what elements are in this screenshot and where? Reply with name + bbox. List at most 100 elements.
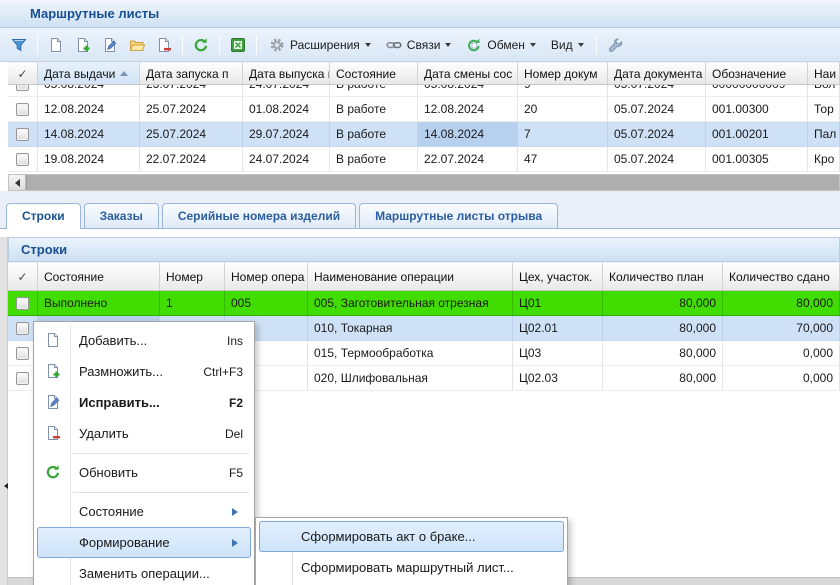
row-checkbox[interactable] — [16, 297, 29, 310]
top-grid-column-label: Состояние — [336, 67, 396, 81]
top-grid-column-header-6[interactable]: Номер докум — [518, 62, 608, 85]
table-row[interactable]: 12.08.202425.07.202401.08.2024В работе12… — [8, 97, 840, 122]
table-cell: В работе — [330, 97, 418, 122]
row-checkbox[interactable] — [16, 103, 29, 116]
menu-item-edit[interactable]: Исправить...F2 — [37, 387, 251, 418]
menu-item-formation[interactable]: Формирование — [37, 527, 251, 558]
chevron-down-icon — [365, 43, 371, 50]
edit-button[interactable] — [97, 32, 123, 58]
menu-item-replace-operations[interactable]: Заменить операции... — [37, 558, 251, 585]
menu-item-duplicate[interactable]: Размножить...Ctrl+F3 — [37, 356, 251, 387]
tab-zakazy[interactable]: Заказы — [84, 203, 159, 228]
open-button[interactable] — [124, 32, 150, 58]
table-cell: 25.07.2024 — [140, 97, 243, 122]
menu-item-label: Размножить... — [79, 364, 163, 379]
row-checkbox[interactable] — [16, 322, 29, 335]
top-grid-column-label: Дата смены сос — [424, 67, 512, 81]
top-grid-column-header-5[interactable]: Дата смены сос — [418, 62, 518, 85]
table-cell: Ц02.01 — [513, 316, 603, 341]
top-grid-column-header-9[interactable]: Наи — [808, 62, 840, 85]
row-checkbox[interactable] — [16, 85, 29, 91]
bottom-grid-column-header-1[interactable]: Состояние — [38, 262, 160, 291]
top-grid-column-header-2[interactable]: Дата запуска п — [140, 62, 243, 85]
tab-panel-top — [0, 229, 840, 237]
table-cell: 25.07.2024 — [140, 122, 243, 147]
table-cell: 24.07.2024 — [243, 85, 330, 97]
left-splitter[interactable] — [0, 237, 8, 585]
row-checkbox[interactable] — [16, 153, 29, 166]
bottom-grid-column-header-2[interactable]: Номер — [160, 262, 225, 291]
app-window: Маршрутные листы Расширения Связи Обмен — [0, 0, 840, 585]
menu-item-delete[interactable]: УдалитьDel — [37, 418, 251, 449]
menu-item-form-route-sheet[interactable]: Сформировать маршрутный лист... — [259, 552, 564, 583]
bottom-grid-column-label: Наименование операции — [314, 270, 454, 284]
top-grid-column-label: Дата запуска п — [146, 67, 228, 81]
table-row[interactable]: Выполнено1005005, Заготовительная отрезн… — [8, 291, 840, 316]
scroll-left-button[interactable] — [9, 175, 26, 190]
menu-item-shortcut: Del — [211, 427, 243, 441]
menu-item-form-defect-act[interactable]: Сформировать акт о браке... — [259, 521, 564, 552]
menu-item-state[interactable]: Состояние — [37, 496, 251, 527]
chevron-down-icon — [530, 43, 536, 50]
top-grid-column-header-0[interactable]: ✓ — [8, 62, 38, 85]
delete-button[interactable] — [151, 32, 177, 58]
top-grid-column-label: Дата выдачи — [44, 67, 115, 81]
duplicate-button[interactable] — [70, 32, 96, 58]
filter-button[interactable] — [6, 32, 32, 58]
menu-separator — [37, 449, 251, 457]
excel-export-button[interactable] — [225, 32, 251, 58]
table-cell: 80,000 — [723, 291, 840, 316]
bottom-grid-column-header-7[interactable]: Количество сдано — [723, 262, 840, 291]
menu-item-label: Формирование — [79, 535, 170, 550]
settings-button[interactable] — [602, 32, 628, 58]
row-checkbox[interactable] — [16, 372, 29, 385]
edit-doc-icon — [102, 37, 118, 53]
add-button[interactable] — [43, 32, 69, 58]
exchange-menu-button[interactable]: Обмен — [459, 32, 543, 58]
top-grid-column-header-1[interactable]: Дата выдачи — [38, 62, 140, 85]
extensions-menu-button[interactable]: Расширения — [262, 32, 378, 58]
section-title: Строки — [21, 242, 67, 257]
bottom-grid-column-label: Количество сдано — [729, 270, 830, 284]
bottom-grid-column-header-5[interactable]: Цех, участок. — [513, 262, 603, 291]
row-checkbox[interactable] — [16, 128, 29, 141]
page-title: Маршрутные листы — [30, 6, 159, 21]
toolbar-separator — [256, 35, 257, 55]
bottom-grid-column-header-4[interactable]: Наименование операции — [308, 262, 513, 291]
view-menu-button[interactable]: Вид — [544, 32, 591, 58]
tab-serial-numbers[interactable]: Серийные номера изделий — [162, 203, 356, 228]
top-grid-column-header-4[interactable]: Состояние — [330, 62, 418, 85]
toolbar-separator — [596, 35, 597, 55]
tab-detachable-route-sheets[interactable]: Маршрутные листы отрыва — [359, 203, 558, 228]
bottom-grid-column-label: Цех, участок. — [519, 270, 593, 284]
table-row[interactable]: 14.08.202425.07.202429.07.2024В работе14… — [8, 122, 840, 147]
bottom-grid-column-header-6[interactable]: Количество план — [603, 262, 723, 291]
table-cell: Пал — [808, 122, 840, 147]
scrollbar-thumb[interactable] — [26, 175, 839, 190]
links-menu-button[interactable]: Связи — [379, 32, 459, 58]
bottom-grid-column-header-0[interactable]: ✓ — [8, 262, 38, 291]
refresh-button[interactable] — [188, 32, 214, 58]
window-titlebar: Маршрутные листы — [0, 0, 840, 28]
table-cell: 24.07.2024 — [243, 147, 330, 172]
top-grid-column-header-7[interactable]: Дата документа — [608, 62, 706, 85]
row-select-cell — [8, 291, 38, 316]
table-cell: 05.07.2024 — [608, 85, 706, 97]
top-grid-column-header-3[interactable]: Дата выпуска п — [243, 62, 330, 85]
table-row[interactable]: 05.08.202423.07.202424.07.2024В работе05… — [8, 85, 840, 97]
top-grid-column-header-8[interactable]: Обозначение — [706, 62, 808, 85]
table-cell: 005, Заготовительная отрезная — [308, 291, 513, 316]
menu-item-label: Состояние — [79, 504, 144, 519]
top-grid-hscrollbar[interactable] — [8, 174, 840, 191]
top-grid-column-label: Дата выпуска п — [249, 67, 330, 81]
menu-item-refresh[interactable]: ОбновитьF5 — [37, 457, 251, 488]
table-cell: 14.08.2024 — [38, 122, 140, 147]
tab-stroki[interactable]: Строки — [6, 203, 81, 229]
table-cell: Выполнено — [38, 291, 160, 316]
bottom-grid-column-header-3[interactable]: Номер опера — [225, 262, 308, 291]
table-row[interactable]: 19.08.202422.07.202424.07.2024В работе22… — [8, 147, 840, 172]
sort-ascending-icon — [120, 67, 128, 76]
table-cell: В работе — [330, 147, 418, 172]
row-checkbox[interactable] — [16, 347, 29, 360]
menu-item-add[interactable]: Добавить...Ins — [37, 325, 251, 356]
